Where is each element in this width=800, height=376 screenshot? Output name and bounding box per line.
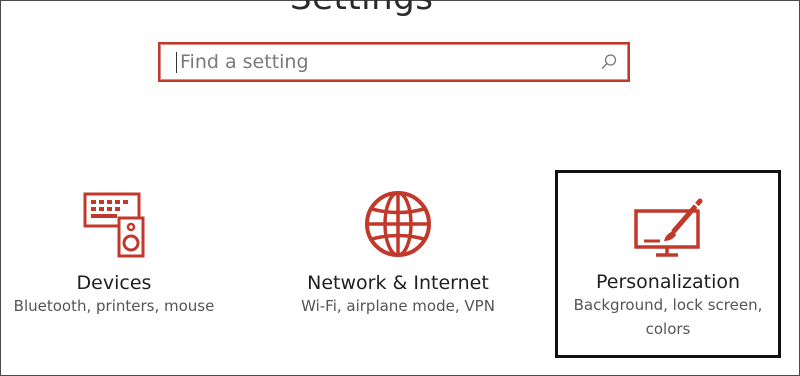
tile-description-line1: Background, lock screen,: [573, 296, 763, 314]
page-title: Settings: [290, 0, 433, 18]
globe-icon: [365, 191, 431, 257]
tile-description: Wi-Fi, airplane mode, VPN: [301, 297, 495, 315]
tile-title: Personalization: [595, 271, 741, 293]
search-box[interactable]: [158, 42, 630, 82]
tile-personalization[interactable]: Personalization Background, lock screen,…: [555, 170, 781, 358]
personalization-icon: [634, 198, 703, 257]
tile-description-line2: colors: [645, 320, 691, 338]
search-input[interactable]: [176, 44, 590, 80]
devices-icon: [83, 192, 145, 258]
tile-title: Devices: [76, 272, 152, 294]
tile-description: Bluetooth, printers, mouse: [13, 297, 215, 315]
search-icon[interactable]: [600, 53, 618, 71]
tile-network-internet[interactable]: Network & Internet Wi-Fi, airplane mode,…: [282, 188, 514, 318]
tile-devices[interactable]: Devices Bluetooth, printers, mouse: [0, 188, 228, 318]
tile-title: Network & Internet: [307, 272, 489, 294]
